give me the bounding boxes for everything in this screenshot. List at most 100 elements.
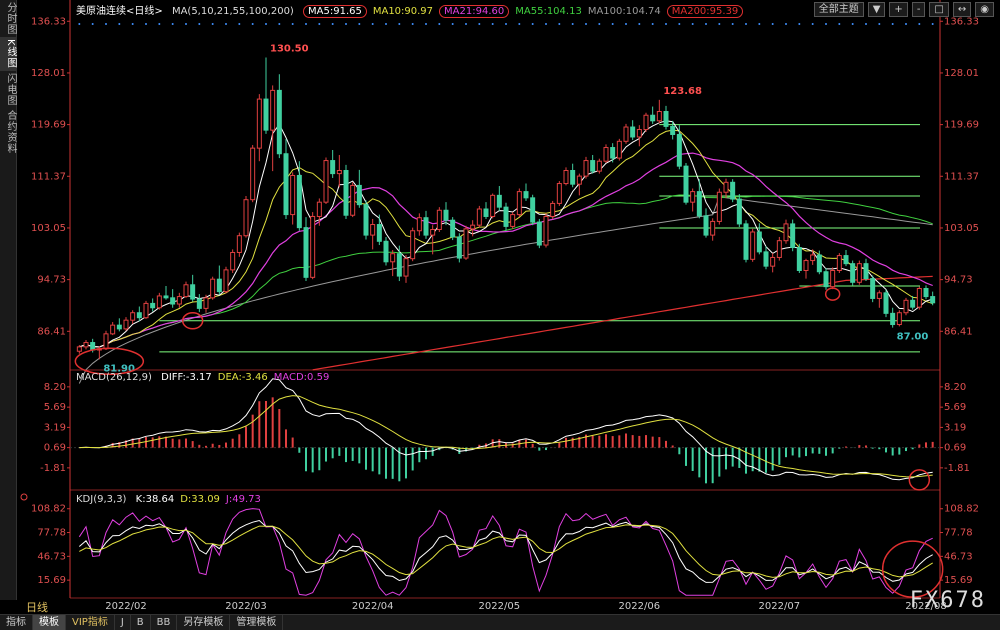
signal-dot (345, 23, 347, 25)
toolbar-button-5[interactable]: ↔ (952, 2, 972, 17)
signal-dot (251, 23, 254, 25)
signal-dot (838, 23, 841, 25)
toolbar-button-1[interactable]: ▼ (867, 2, 886, 17)
watermark-logo: FX678 (909, 588, 986, 613)
top-toolbar: 全部主题 ▼ + - □ ↔ ◉ (813, 2, 994, 17)
candle-body (263, 98, 269, 131)
candle-body (930, 296, 936, 304)
candle-body (436, 209, 442, 231)
signal-dot (585, 23, 587, 25)
signal-dot (438, 23, 441, 25)
signal-dot (185, 23, 187, 25)
ma200-line (312, 275, 933, 371)
candle-body (736, 198, 742, 225)
candle-body (710, 220, 716, 236)
toolbar-button-2[interactable]: + (889, 2, 908, 17)
bottom-tab-4[interactable]: B (131, 615, 151, 630)
candle-body (423, 217, 429, 236)
signal-dot (825, 23, 827, 25)
period-label[interactable]: 日线 (26, 599, 48, 615)
candle-body (390, 253, 396, 263)
candle-body (470, 224, 476, 230)
candle-body (576, 175, 582, 185)
candle-body (376, 224, 382, 242)
date-axis: 日线 (16, 598, 1000, 614)
signal-dot (118, 23, 121, 25)
candle-body (456, 236, 462, 259)
candle-body (363, 204, 369, 236)
legend-dea: DEA:-3.46 (217, 372, 268, 383)
candle-body (216, 278, 222, 293)
candle-body (716, 191, 722, 222)
candle-body (323, 160, 329, 203)
signal-dot (211, 23, 214, 25)
signal-dot (451, 23, 454, 25)
toolbar-button-6[interactable]: ◉ (975, 2, 994, 17)
candle-body (743, 223, 749, 260)
candle-body (163, 295, 169, 299)
macd-y-tick-left: -1.81 (40, 463, 66, 474)
price-extreme-label: 87.00 (897, 332, 929, 343)
macd-diff-line (79, 378, 933, 481)
candle-body (696, 191, 702, 217)
candle-body (850, 263, 856, 283)
kdj-y-tick-left: 77.78 (37, 528, 66, 539)
signal-dot (265, 23, 267, 25)
bottom-tab-1[interactable]: 模板 (33, 615, 66, 630)
chart-canvas[interactable]: 136.33 136.33 128.01 128.01 119.69 119.69 111.… (0, 0, 1000, 629)
candle-body (276, 89, 282, 155)
candle-body (230, 251, 236, 271)
signal-dot (385, 23, 387, 25)
signal-dot (411, 23, 414, 25)
signal-dot (238, 23, 241, 25)
signal-dot (731, 23, 734, 25)
candle-body (476, 208, 482, 226)
bottom-tab-6[interactable]: 另存模板 (177, 615, 231, 630)
bottom-tab-3[interactable]: J (115, 615, 131, 630)
toolbar-button-3[interactable]: - (911, 2, 926, 17)
signal-dot (491, 23, 494, 25)
candle-body (483, 208, 489, 217)
candle-body (723, 181, 729, 193)
candle-body (903, 299, 909, 314)
price-y-tick-right: 103.05 (944, 223, 979, 234)
macd-y-tick-left: 5.69 (44, 402, 66, 413)
bottom-tab-2[interactable]: VIP指标 (66, 615, 115, 630)
candle-body (870, 278, 876, 299)
signal-dot (358, 23, 361, 25)
candle-body (176, 296, 182, 305)
price-y-tick-right: 128.01 (944, 68, 979, 79)
candle-body (203, 297, 209, 309)
macd-legend: MACD(26,12,9) DIFF:-3.17 DEA:-3.46 MACD:0.… (76, 372, 329, 383)
candle-body (143, 302, 149, 319)
macd-y-tick-left: 3.19 (44, 422, 66, 433)
candle-body (136, 312, 142, 319)
candle-body (270, 89, 276, 131)
candle-body (756, 231, 762, 253)
candle-body (770, 256, 776, 267)
macd-y-tick-right: 3.19 (944, 422, 966, 433)
candle-body (123, 319, 129, 330)
bottom-tab-7[interactable]: 管理模板 (230, 615, 284, 630)
price-y-tick-left: 103.05 (31, 223, 66, 234)
toolbar-button-4[interactable]: □ (929, 2, 949, 17)
signal-dot (745, 23, 747, 25)
price-y-tick-left: 94.73 (37, 275, 66, 286)
signal-dot (171, 23, 174, 25)
price-y-tick-right: 86.41 (944, 326, 973, 337)
kdj-y-tick-right: 15.69 (944, 575, 973, 586)
candle-body (856, 263, 862, 283)
signal-dot (291, 23, 294, 25)
signal-dot (558, 23, 561, 25)
candle-body (410, 230, 416, 260)
kdj-legend: KDJ(9,3,3) K:38.64 D:33.09 J:49.73 (76, 494, 261, 505)
bottom-tab-5[interactable]: BB (151, 615, 178, 630)
candle-body (816, 254, 822, 273)
ma-legend-name: MA(5,10,21,55,100,200) (171, 6, 294, 17)
candle-body (150, 302, 156, 309)
kdj-y-tick-left: 15.69 (37, 575, 66, 586)
candle-body (890, 312, 896, 326)
toolbar-button-0[interactable]: 全部主题 (813, 2, 864, 17)
signal-dot (931, 23, 934, 25)
bottom-tab-0[interactable]: 指标 (0, 615, 33, 630)
